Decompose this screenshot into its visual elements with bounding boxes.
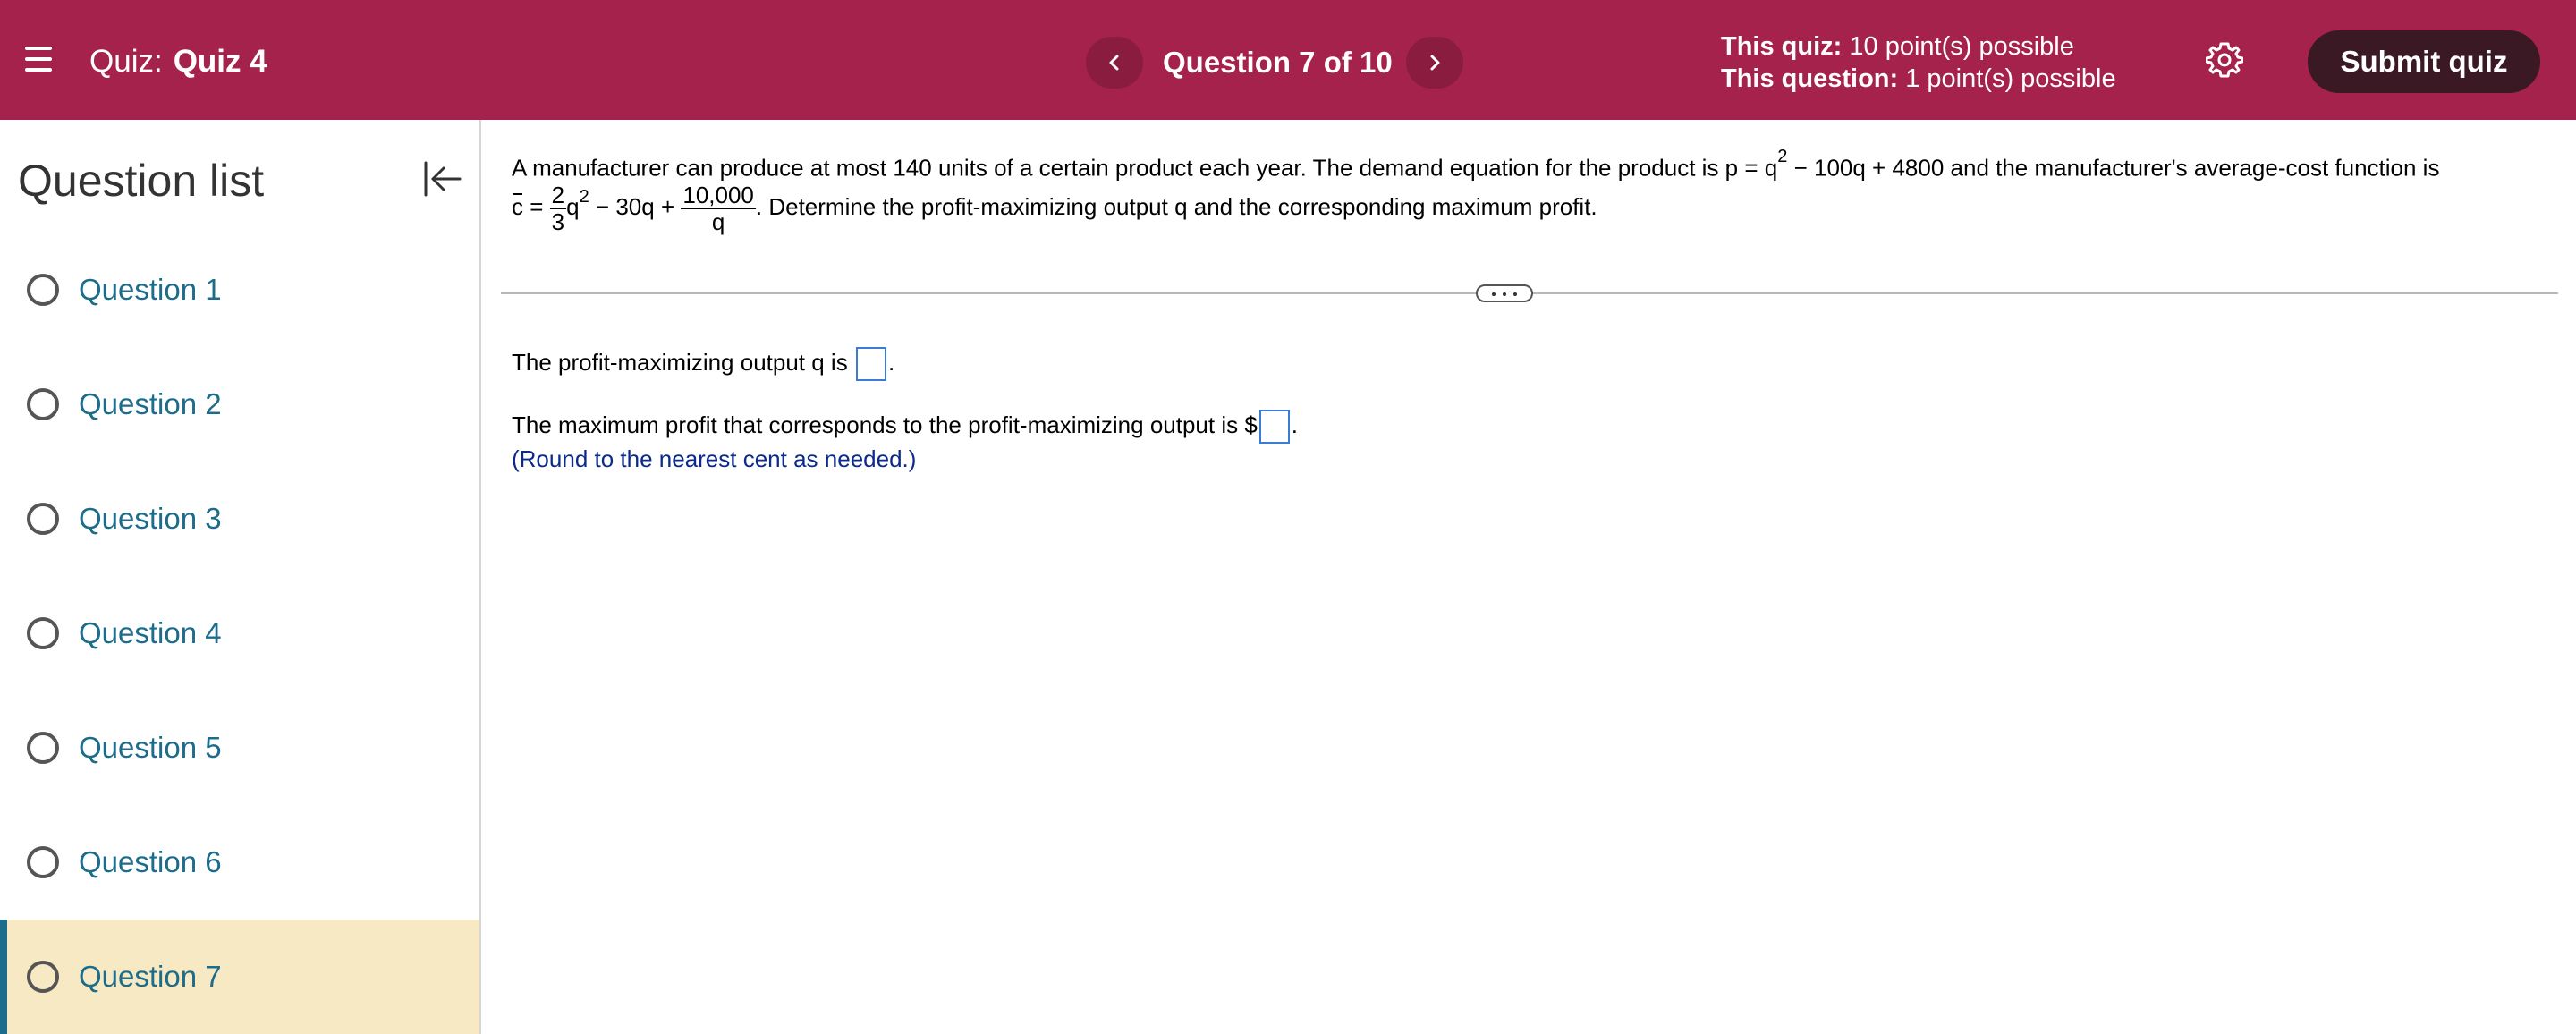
radio-icon: [27, 732, 59, 764]
radio-icon: [27, 961, 59, 993]
next-question-button[interactable]: [1406, 37, 1463, 89]
collapse-sidebar-icon[interactable]: [420, 157, 463, 200]
question-line-2: c = 2 3 q2 − 30q + 10,000 q. Determine the …: [512, 182, 1597, 245]
fraction-two-thirds: 23: [549, 182, 567, 235]
question-indicator: Question 7 of 10: [1163, 46, 1393, 79]
gear-icon[interactable]: [2205, 41, 2244, 79]
question-list-item-5[interactable]: Question 5: [0, 691, 479, 805]
top-bar: Quiz: Quiz 4 Question 7 of 10 This quiz: …: [0, 0, 2576, 120]
chevron-left-icon: [1109, 55, 1119, 71]
equals-sign: =: [523, 192, 550, 220]
quiz-name: Quiz 4: [173, 44, 267, 79]
question-points-label: This question:: [1721, 64, 1899, 93]
radio-icon: [27, 388, 59, 420]
radio-icon: [27, 274, 59, 306]
question-item-label: Question 6: [79, 845, 222, 878]
answer-output: The profit-maximizing output q is .: [512, 347, 895, 382]
sidebar-title: Question list: [18, 156, 265, 206]
previous-question-button[interactable]: [1086, 37, 1143, 89]
fraction-numerator: 2: [549, 182, 567, 209]
fraction-denominator: q: [711, 208, 725, 235]
radio-icon: [27, 617, 59, 649]
radio-icon: [27, 846, 59, 878]
middle-terms: − 30q +: [589, 192, 682, 220]
chevron-right-icon: [1430, 55, 1440, 71]
quiz-points-label: This quiz:: [1721, 32, 1843, 61]
exponent: 2: [1777, 147, 1788, 166]
output-answer-input[interactable]: [855, 347, 886, 382]
question-list-item-1[interactable]: Question 1: [0, 233, 479, 347]
quiz-points: This quiz: 10 point(s) possible: [1721, 30, 2116, 63]
more-handle-icon[interactable]: [1476, 284, 1533, 302]
question-list-item-3[interactable]: Question 3: [0, 462, 479, 576]
question-item-label: Question 5: [79, 731, 222, 764]
question-content: A manufacturer can produce at most 140 u…: [483, 120, 2576, 1034]
question-points: This question: 1 point(s) possible: [1721, 63, 2116, 95]
fraction-numerator: 10,000: [681, 182, 756, 209]
question-text-part: . Determine the profit-maximizing output…: [755, 192, 1597, 220]
answer-profit: The maximum profit that corresponds to t…: [512, 410, 1299, 445]
radio-icon: [27, 503, 59, 535]
question-item-label: Question 1: [79, 273, 222, 306]
question-list-item-2[interactable]: Question 2: [0, 347, 479, 462]
question-item-label: Question 4: [79, 616, 222, 649]
quiz-points-value: 10 point(s) possible: [1849, 32, 2074, 61]
question-list-item-4[interactable]: Question 4: [0, 576, 479, 691]
question-list: Question 1 Question 2 Question 3 Questio…: [0, 233, 479, 1034]
quiz-title: Quiz: Quiz 4: [89, 43, 267, 81]
average-cost-symbol: c: [512, 192, 523, 220]
question-list-item-7[interactable]: Question 7: [0, 920, 479, 1034]
period: .: [1291, 411, 1299, 438]
menu-icon[interactable]: [25, 47, 52, 72]
question-text-part: A manufacturer can produce at most 140 u…: [512, 154, 1778, 182]
question-line-1: A manufacturer can produce at most 140 u…: [512, 147, 2439, 183]
points-info: This quiz: 10 point(s) possible This que…: [1721, 30, 2116, 95]
quiz-title-prefix: Quiz:: [89, 44, 163, 79]
question-list-panel: Question list Question 1 Question 2 Ques…: [0, 120, 481, 1034]
question-list-item-6[interactable]: Question 6: [0, 805, 479, 920]
question-item-label: Question 7: [79, 960, 222, 993]
question-item-label: Question 3: [79, 502, 222, 535]
question-points-value: 1 point(s) possible: [1905, 64, 2116, 93]
exponent: 2: [579, 187, 589, 208]
profit-question-label: The maximum profit that corresponds to t…: [512, 411, 1258, 438]
period: .: [887, 349, 895, 376]
q-variable: q: [566, 192, 580, 220]
output-question-label: The profit-maximizing output q is: [512, 349, 854, 376]
submit-quiz-button[interactable]: Submit quiz: [2308, 30, 2540, 93]
question-text-part: − 100q + 4800 and the manufacturer's ave…: [1787, 154, 2440, 182]
fraction-denominator: 3: [551, 208, 565, 235]
rounding-hint: (Round to the nearest cent as needed.): [512, 445, 917, 472]
fraction-10000-over-q: 10,000 q: [681, 182, 756, 234]
profit-answer-input[interactable]: [1258, 410, 1290, 445]
question-item-label: Question 2: [79, 387, 222, 420]
